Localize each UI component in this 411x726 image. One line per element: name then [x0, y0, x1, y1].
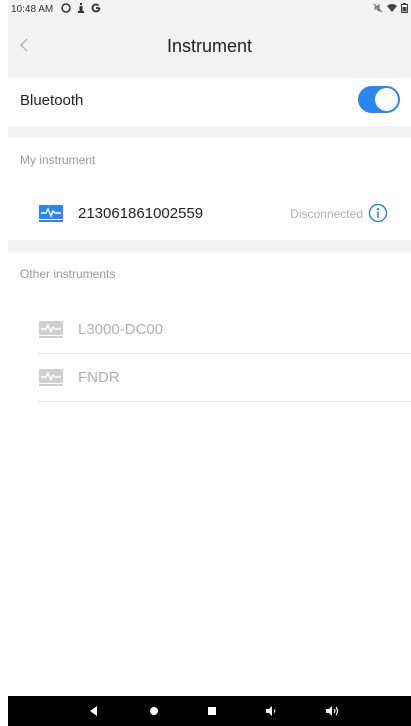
wifi-icon — [387, 4, 397, 12]
instrument-active-icon — [39, 205, 63, 222]
connection-status: Disconnected — [290, 207, 363, 221]
system-nav-bar — [8, 696, 411, 726]
toggle-knob — [375, 88, 398, 111]
google-icon — [91, 3, 101, 13]
my-instrument-row[interactable]: 213061861002559 Disconnected — [8, 192, 411, 238]
other-instrument-name: FNDR — [78, 369, 120, 386]
other-instruments-title: Other instruments — [20, 267, 116, 281]
bluetooth-toggle[interactable] — [358, 86, 400, 113]
section-divider — [8, 240, 411, 252]
battery-icon — [401, 3, 408, 13]
status-time: 10:48 AM — [11, 4, 54, 15]
mute-icon — [373, 3, 383, 13]
other-instrument-row[interactable]: L3000-DC00 — [8, 308, 411, 354]
app-bar: Instrument — [8, 20, 411, 78]
other-instrument-row[interactable]: FNDR — [8, 356, 411, 402]
status-icons-right — [373, 3, 408, 13]
other-instrument-name: L3000-DC00 — [78, 321, 164, 338]
bluetooth-label: Bluetooth — [20, 92, 84, 109]
recents-square-icon[interactable] — [204, 703, 220, 719]
back-triangle-icon[interactable] — [86, 703, 102, 719]
instrument-inactive-icon — [39, 321, 63, 338]
page-title: Instrument — [166, 36, 253, 56]
other-instruments-header: Other instruments — [8, 252, 411, 298]
instrument-inactive-icon — [39, 369, 63, 386]
home-circle-icon[interactable] — [146, 703, 162, 719]
info-icon[interactable] — [368, 203, 388, 223]
bluetooth-row: Bluetooth — [8, 78, 411, 126]
my-instrument-header: My instrument — [8, 138, 411, 184]
person-icon — [78, 3, 84, 13]
row-divider — [38, 353, 411, 354]
my-instrument-title: My instrument — [20, 153, 96, 167]
status-icons-left — [61, 3, 101, 13]
section-divider — [8, 126, 411, 138]
compass-icon — [61, 3, 71, 13]
volume-down-icon[interactable] — [263, 703, 279, 719]
my-instrument-name: 213061861002559 — [78, 205, 204, 222]
volume-up-icon[interactable] — [324, 703, 340, 719]
status-bar: 10:48 AM — [8, 0, 411, 20]
app-frame: 10:48 AM Instrument Bluetooth My instrum… — [8, 0, 411, 726]
row-divider — [38, 401, 411, 402]
